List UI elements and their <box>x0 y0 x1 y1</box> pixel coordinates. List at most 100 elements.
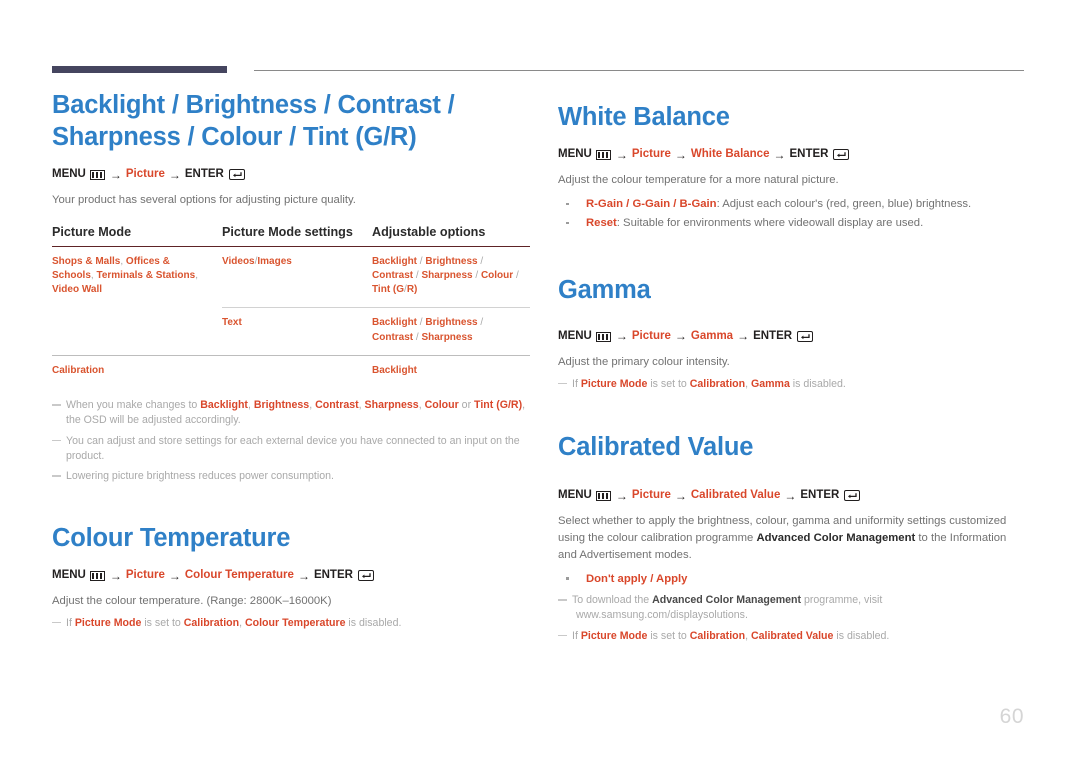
section-calibrated-value: Calibrated Value MENU → Picture → Calibr… <box>558 432 1028 644</box>
arrow-icon: → <box>168 568 181 583</box>
note-item: Lowering picture brightness reduces powe… <box>52 469 530 484</box>
menu-path-colour-temperature: MENU → Picture → Colour Temperature → EN… <box>52 568 530 584</box>
menu-step-picture: Picture <box>631 148 671 161</box>
menu-icon <box>595 149 611 160</box>
note-item: To download the Advanced Color Managemen… <box>558 593 1028 624</box>
cell-picture-mode-settings <box>222 354 372 388</box>
bullet-label: Don't apply / Apply <box>586 572 688 585</box>
cell-picture-mode-settings: Text <box>222 307 372 356</box>
arrow-icon: → <box>615 147 628 162</box>
enter-label: ENTER <box>789 148 829 161</box>
list-item: Reset: Suitable for environments where v… <box>558 214 1028 232</box>
menu-step-picture: Picture <box>125 168 165 181</box>
menu-step-white-balance: White Balance <box>690 148 770 161</box>
section-title-calibrated-value: Calibrated Value <box>558 432 754 461</box>
menu-icon <box>89 570 105 581</box>
menu-step-gamma: Gamma <box>690 329 734 342</box>
section-title-colour-temperature: Colour Temperature <box>52 523 291 552</box>
note-item: If Picture Mode is set to Calibration, C… <box>558 629 1028 644</box>
table-header-row: Picture Mode Picture Mode settings Adjus… <box>52 224 530 247</box>
note-text: If Picture Mode is set to Calibration, C… <box>66 616 402 629</box>
note-text-pre: To download the <box>572 594 653 607</box>
arrow-icon: → <box>674 329 687 344</box>
intro-text: Your product has several options for adj… <box>52 193 356 206</box>
note-text: If Picture Mode is set to Calibration, C… <box>572 629 890 642</box>
column-header-adjustable-options: Adjustable options <box>372 224 530 247</box>
cell-adjustable-options: Backlight / Brightness / Contrast / Shar… <box>372 307 530 356</box>
note-item: When you make changes to Backlight, Brig… <box>52 398 530 429</box>
table-row: Shops & Malls, Offices & Schools, Termin… <box>52 246 530 308</box>
note-text: When you make changes to Backlight, Brig… <box>66 399 526 427</box>
bullet-label: Reset <box>586 217 617 230</box>
enter-label: ENTER <box>753 329 793 342</box>
menu-step-picture: Picture <box>125 569 165 581</box>
section-colour-temperature: Colour Temperature MENU → Picture → Colo… <box>52 523 530 631</box>
left-column: Backlight / Brightness / Contrast / Shar… <box>52 90 530 636</box>
enter-icon <box>228 169 245 181</box>
intro-text-bold: Advanced Color Management <box>756 531 916 544</box>
note-text: Lowering picture brightness reduces powe… <box>66 470 334 483</box>
menu-path-calibrated-value: MENU → Picture → Calibrated Value → ENTE… <box>558 488 1028 504</box>
menu-icon <box>89 169 105 180</box>
arrow-icon: → <box>109 167 122 182</box>
arrow-icon: → <box>615 329 628 344</box>
arrow-icon: → <box>773 147 786 162</box>
note-url: www.samsung.com/displaysolutions. <box>576 609 748 622</box>
note-text: If Picture Mode is set to Calibration, G… <box>572 377 846 390</box>
note-text: You can adjust and store settings for ea… <box>66 434 520 463</box>
arrow-icon: → <box>674 488 687 503</box>
intro-text: Adjust the primary colour intensity. <box>558 355 730 368</box>
enter-label: ENTER <box>800 489 840 502</box>
bullet-list-white-balance: R-Gain / G-Gain / B-Gain: Adjust each co… <box>558 195 1028 233</box>
page-number: 60 <box>999 705 1024 728</box>
menu-path-picture: MENU → Picture → ENTER <box>52 167 530 183</box>
arrow-icon: → <box>168 167 181 182</box>
picture-mode-table: Picture Mode Picture Mode settings Adjus… <box>52 224 530 388</box>
arrow-icon: → <box>737 329 750 344</box>
enter-icon <box>797 331 814 343</box>
note-item: If Picture Mode is set to Calibration, G… <box>558 377 1028 392</box>
cell-adjustable-options: Backlight <box>372 354 530 388</box>
header-rule <box>52 66 1024 76</box>
menu-icon <box>595 490 611 501</box>
arrow-icon: → <box>615 488 628 503</box>
intro-text: Adjust the colour temperature. (Range: 2… <box>52 594 332 607</box>
arrow-icon: → <box>784 488 797 503</box>
intro-text: Select whether to apply the brightness, … <box>558 513 1028 564</box>
bullet-text: : Suitable for environments where videow… <box>616 217 924 230</box>
menu-label: MENU <box>52 168 86 181</box>
intro-text: Adjust the colour temperature for a more… <box>558 174 839 187</box>
section-gamma: Gamma MENU → Picture → Gamma → ENTER Adj… <box>558 275 1028 392</box>
cell-picture-mode: Shops & Malls, Offices & Schools, Termin… <box>52 255 198 296</box>
note-item: If Picture Mode is set to Calibration, C… <box>52 616 530 631</box>
menu-label: MENU <box>558 148 592 161</box>
menu-icon <box>595 331 611 342</box>
note-item: You can adjust and store settings for ea… <box>52 434 530 465</box>
section-title-gamma: Gamma <box>558 275 651 304</box>
section-title-white-balance: White Balance <box>558 103 730 131</box>
enter-icon <box>844 490 861 502</box>
table-row: Calibration Backlight <box>52 354 530 388</box>
menu-path-gamma: MENU → Picture → Gamma → ENTER <box>558 328 1028 344</box>
enter-icon <box>357 570 374 582</box>
menu-step-picture: Picture <box>631 489 671 502</box>
menu-path-white-balance: MENU → Picture → White Balance → ENTER <box>558 147 1028 163</box>
menu-step-colour-temperature: Colour Temperature <box>184 569 294 581</box>
enter-icon <box>833 149 850 161</box>
cell-adjustable-options: Backlight / Brightness / Contrast / Shar… <box>372 255 519 296</box>
right-column: White Balance MENU → Picture → White Bal… <box>558 90 1028 649</box>
menu-label: MENU <box>558 489 592 502</box>
bullet-list-calibrated-value: Don't apply / Apply <box>558 570 1028 588</box>
header-rule-line <box>254 70 1024 71</box>
column-header-picture-mode-settings: Picture Mode settings <box>222 224 372 247</box>
note-text-post: programme, visit <box>801 594 883 607</box>
list-item: Don't apply / Apply <box>558 570 1028 588</box>
bullet-text: : Adjust each colour's (red, green, blue… <box>716 198 972 210</box>
menu-label: MENU <box>558 329 592 342</box>
section-white-balance: White Balance MENU → Picture → White Bal… <box>558 102 1028 233</box>
enter-label: ENTER <box>313 569 353 581</box>
arrow-icon: → <box>297 568 310 583</box>
menu-step-picture: Picture <box>631 329 671 342</box>
menu-label: MENU <box>52 569 86 581</box>
document-page: Backlight / Brightness / Contrast / Shar… <box>0 0 1080 763</box>
